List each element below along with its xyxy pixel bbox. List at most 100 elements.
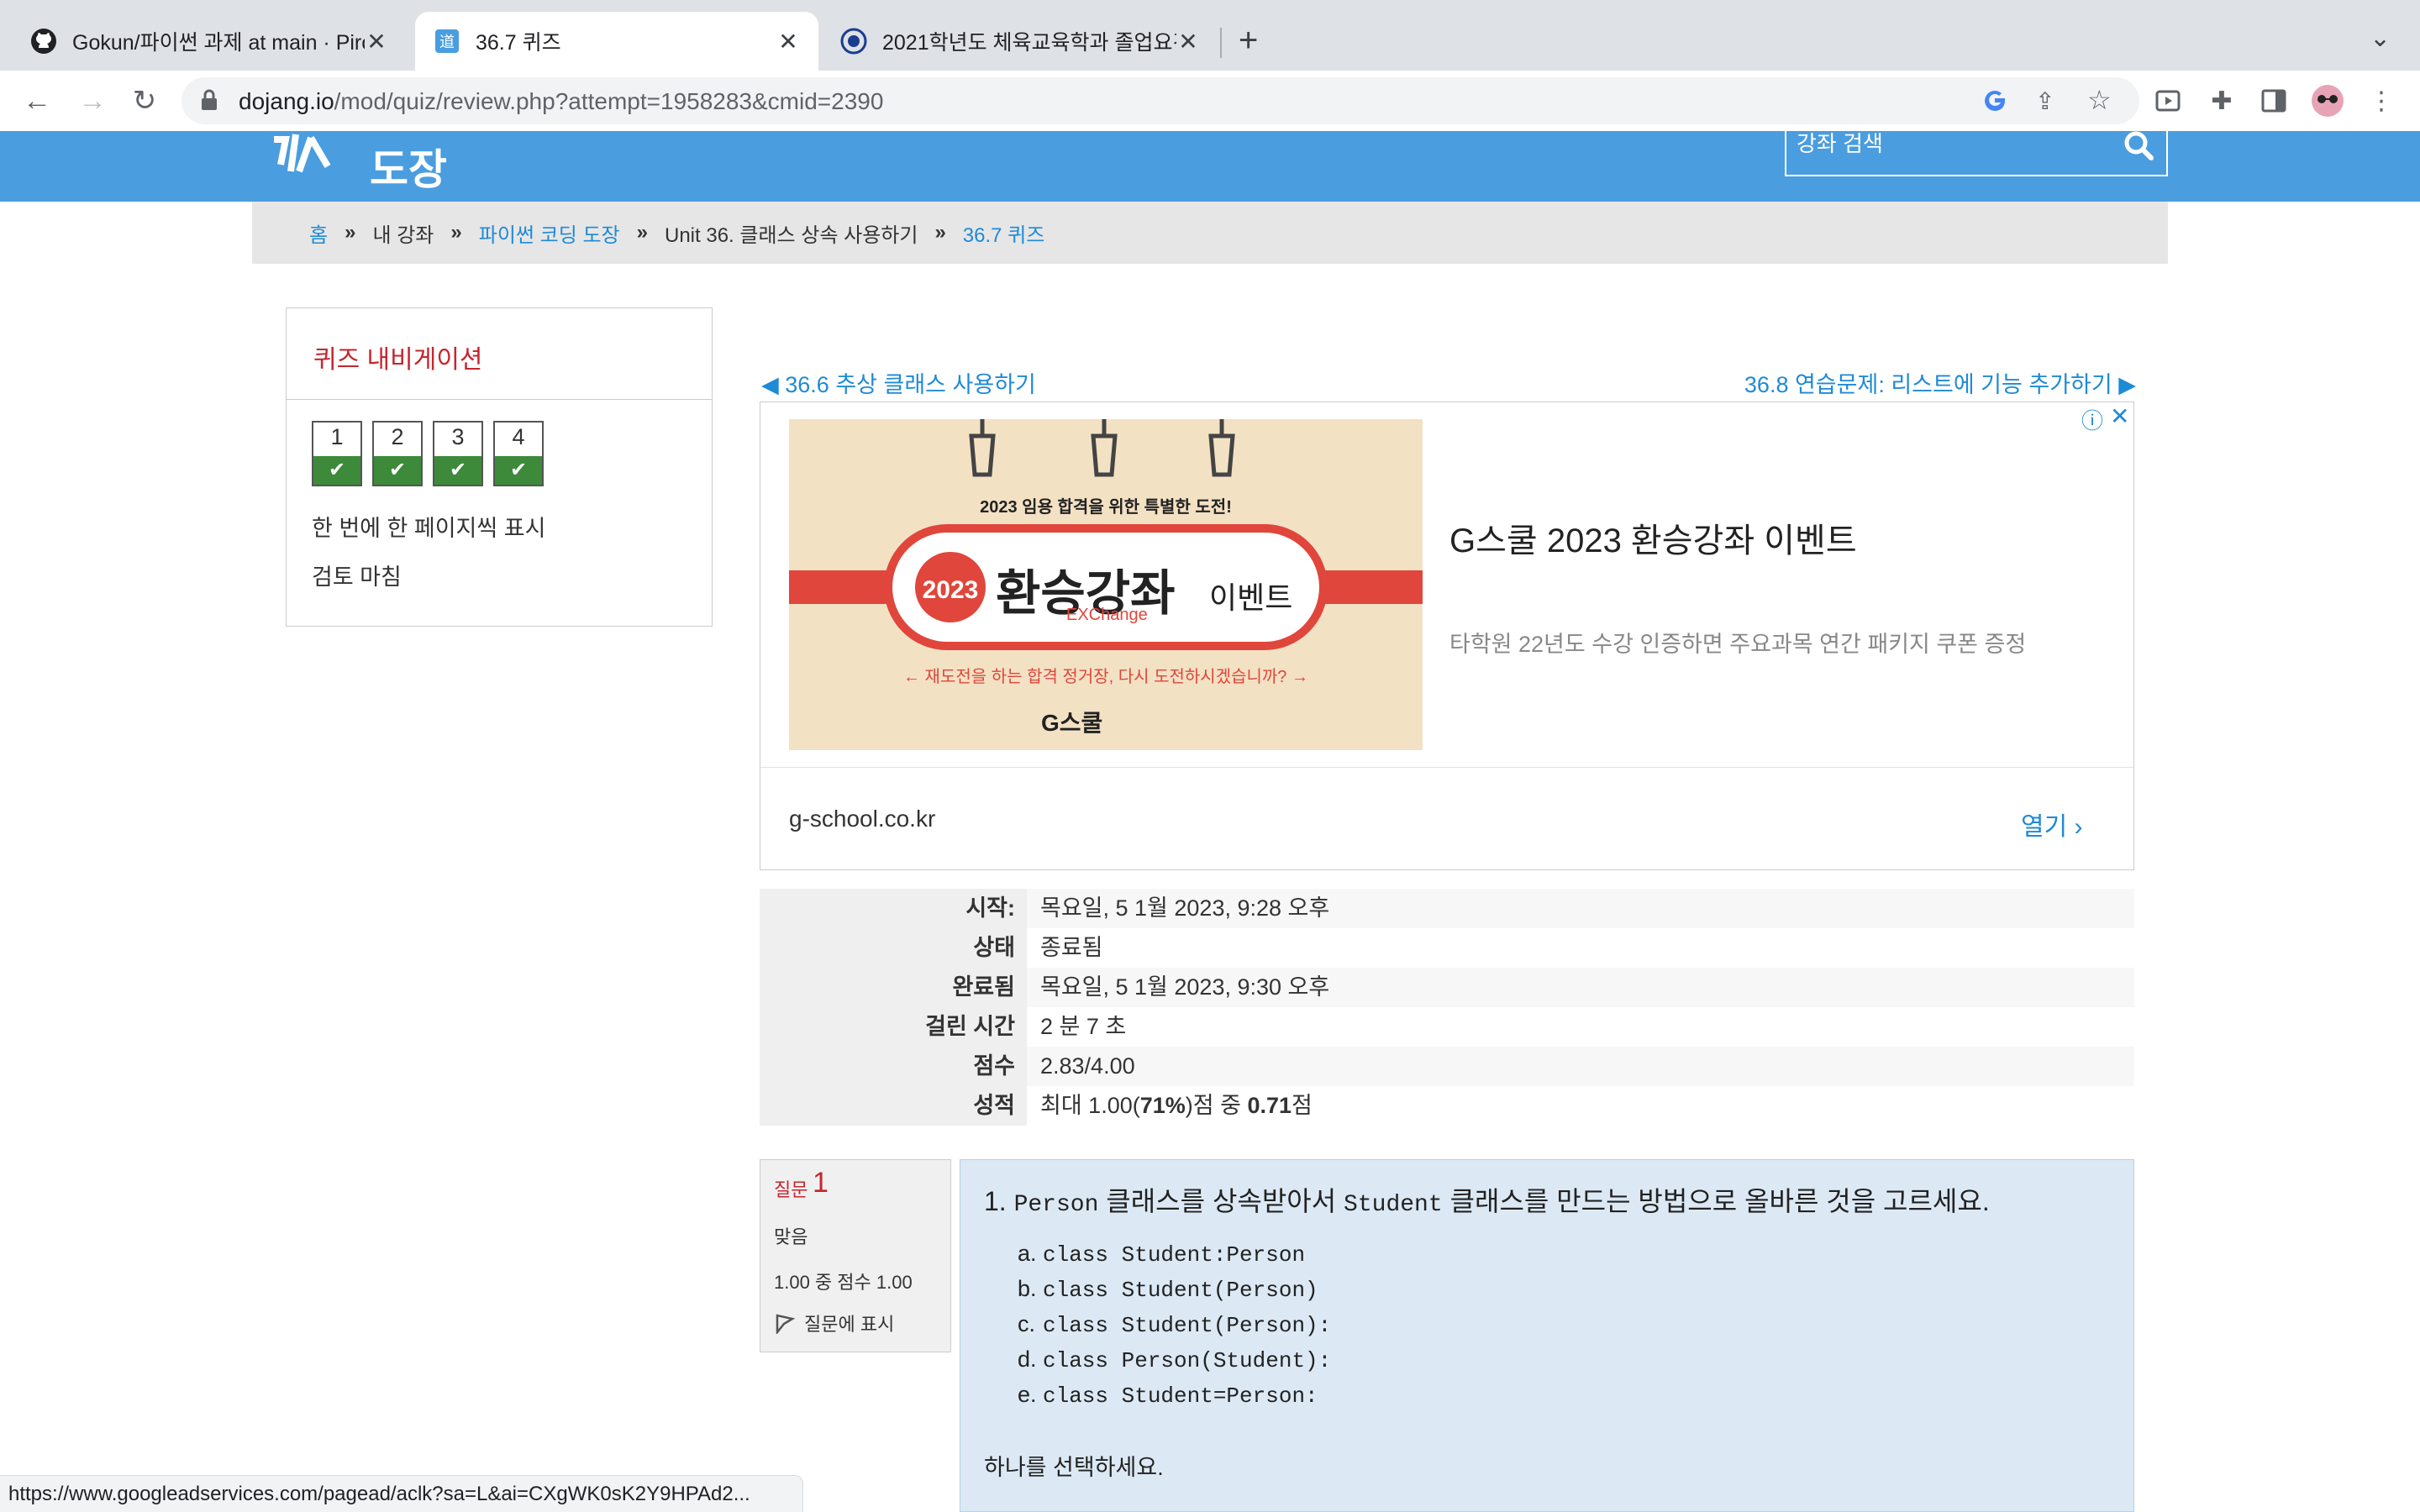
finish-review-link[interactable]: 검토 마침 <box>312 559 402 591</box>
option-code: class Student:Person <box>1043 1242 1306 1268</box>
breadcrumb-separator-icon: » <box>450 221 462 244</box>
status-bar-url: https://www.googleadservices.com/pagead/… <box>0 1475 803 1512</box>
browser-toolbar: ← → ↻ dojang.io/mod/quiz/review.php?atte… <box>0 71 2420 132</box>
side-panel-icon[interactable] <box>2254 81 2294 121</box>
divider <box>760 767 2133 768</box>
grade-score: 0.71 <box>1247 1093 1292 1118</box>
ad-close-icon[interactable]: ✕ <box>2110 402 2129 430</box>
summary-value: 최대 1.00(71%)점 중 0.71점 <box>1027 1086 2134 1126</box>
summary-label: 점수 <box>760 1047 1027 1086</box>
advertisement[interactable]: ⓘ ✕ 2023 임용 합격을 위한 특별한 도전! 2023 환승강좌 이벤트… <box>760 402 2134 870</box>
ad-banner-year: 2023 <box>922 576 979 604</box>
reload-icon[interactable]: ↻ <box>124 81 165 121</box>
summary-row: 점수 2.83/4.00 <box>760 1047 2134 1086</box>
option-code: class Student(Person): <box>1043 1313 1332 1338</box>
quiz-nav-title: 퀴즈 내비게이션 <box>313 346 483 374</box>
close-icon[interactable]: ✕ <box>1176 28 1200 55</box>
question-text-mid: 클래스를 상속받아서 <box>1098 1186 1344 1216</box>
breadcrumb-course[interactable]: 파이썬 코딩 도장 <box>479 218 620 248</box>
summary-value: 목요일, 5 1월 2023, 9:30 오후 <box>1027 968 2134 1007</box>
quiz-nav-button-3[interactable]: 3 ✔ <box>433 421 483 486</box>
breadcrumb: 홈 » 내 강좌 » 파이썬 코딩 도장 » Unit 36. 클래스 상속 사… <box>252 202 2168 264</box>
tab-university[interactable]: 2021학년도 체육교육학과 졸업요건 ✕ <box>822 12 1218 71</box>
tab-github[interactable]: Gokun/파이썬 과제 at main · Piro ✕ <box>12 12 407 71</box>
question-number: 3 <box>451 424 465 449</box>
google-icon[interactable] <box>1981 87 2008 118</box>
question-text: 1. Person 클래스를 상속받아서 Student 클래스를 만드는 방법… <box>984 1180 1990 1219</box>
next-activity-link[interactable]: 36.8 연습문제: 리스트에 기능 추가하기 ▶ <box>1743 366 2136 399</box>
url-text[interactable]: dojang.io/mod/quiz/review.php?attempt=19… <box>239 88 883 115</box>
ad-domain: g-school.co.kr <box>789 806 936 832</box>
breadcrumb-home[interactable]: 홈 <box>309 218 328 248</box>
lock-icon[interactable] <box>200 88 218 116</box>
option-letter: d. <box>1018 1347 1037 1372</box>
breadcrumb-quiz[interactable]: 36.7 퀴즈 <box>963 218 1045 248</box>
summary-label: 성적 <box>760 1086 1027 1126</box>
breadcrumb-separator-icon: » <box>636 221 648 244</box>
menu-kebab-icon[interactable]: ⋮ <box>2361 81 2402 121</box>
new-tab-icon[interactable]: + <box>1239 22 1258 60</box>
summary-value: 종료됨 <box>1040 935 1103 960</box>
option-code: class Student=Person: <box>1043 1383 1318 1409</box>
share-icon[interactable]: ⇪ <box>2035 87 2054 115</box>
question-label: 질문 <box>774 1179 808 1200</box>
close-icon[interactable]: ✕ <box>776 28 800 55</box>
ad-banner-image[interactable]: 2023 임용 합격을 위한 특별한 도전! 2023 환승강좌 이벤트 EXC… <box>789 419 1423 750</box>
breadcrumb-separator-icon: » <box>934 221 946 244</box>
question-info: 질문 1 맞음 1.00 중 점수 1.00 질문에 표시 <box>760 1159 951 1352</box>
checkmark-icon: ✔ <box>313 456 360 485</box>
ad-info-icon[interactable]: ⓘ <box>2081 404 2103 435</box>
ad-description: 타학원 22년도 수강 인증하면 주요과목 연간 패키지 쿠폰 증정 <box>1449 632 2027 657</box>
ad-title[interactable]: G스쿨 2023 환승강좌 이벤트 <box>1449 513 1857 562</box>
tab-search-chevron-down-icon[interactable]: ⌄ <box>2370 24 2391 53</box>
summary-label: 상태 <box>760 928 1027 968</box>
question-number: 1 <box>330 424 344 449</box>
github-icon <box>30 28 57 55</box>
forward-arrow-icon[interactable]: → <box>72 81 113 121</box>
close-icon[interactable]: ✕ <box>365 28 388 55</box>
answer-option-a[interactable]: a. class Student:Person <box>1018 1241 1305 1268</box>
address-bar[interactable]: dojang.io/mod/quiz/review.php?attempt=19… <box>182 77 2139 124</box>
quiz-nav-button-4[interactable]: 4 ✔ <box>493 421 544 486</box>
answer-option-b[interactable]: b. class Student(Person) <box>1018 1276 1318 1303</box>
back-arrow-icon[interactable]: ← <box>17 81 57 121</box>
search-icon[interactable] <box>2123 129 2156 167</box>
question-number: 2 <box>391 424 404 449</box>
flag-label: 질문에 표시 <box>804 1314 895 1335</box>
extensions-puzzle-icon[interactable]: ✚ <box>2202 81 2242 121</box>
question-text-end: 클래스를 만드는 방법으로 올바른 것을 고르세요. <box>1442 1186 1990 1216</box>
logo-icon[interactable] <box>267 131 351 193</box>
summary-value: 2 분 7 초 <box>1040 1014 1127 1039</box>
question-prompt: 하나를 선택하세요. <box>984 1455 1164 1480</box>
flag-icon <box>774 1312 796 1334</box>
tab-separator <box>1220 28 1222 58</box>
browser-tab-strip: Gokun/파이썬 과제 at main · Piro ✕ 道 36.7 퀴즈 … <box>0 0 2420 71</box>
quiz-navigation-block: 퀴즈 내비게이션 1 ✔ 2 ✔ 3 ✔ 4 ✔ 한 번에 한 페이지씩 표시 … <box>286 307 713 627</box>
summary-label: 시작: <box>760 889 1027 928</box>
show-one-page-link[interactable]: 한 번에 한 페이지씩 표시 <box>312 510 545 543</box>
answer-option-d[interactable]: d. class Person(Student): <box>1018 1347 1331 1373</box>
summary-label: 완료됨 <box>760 968 1027 1007</box>
media-icon[interactable] <box>2148 81 2188 121</box>
bookmark-star-icon[interactable]: ☆ <box>2087 84 2112 116</box>
ad-open-button[interactable]: 열기 › <box>2021 806 2083 843</box>
flag-question-button[interactable]: 질문에 표시 <box>774 1310 894 1336</box>
avatar[interactable] <box>2307 81 2348 121</box>
grade-mid: )점 중 <box>1185 1093 1248 1118</box>
university-icon <box>840 28 867 55</box>
site-logo-text[interactable]: 도장 <box>370 136 447 197</box>
prev-activity-link[interactable]: ◀ 36.6 추상 클래스 사용하기 <box>761 366 1036 399</box>
quiz-nav-button-2[interactable]: 2 ✔ <box>372 421 423 486</box>
option-code: class Person(Student): <box>1043 1348 1332 1373</box>
tab-quiz[interactable]: 道 36.7 퀴즈 ✕ <box>415 12 818 71</box>
tab-title: 2021학년도 체육교육학과 졸업요건 <box>882 31 1176 55</box>
summary-row: 완료됨 목요일, 5 1월 2023, 9:30 오후 <box>760 968 2134 1007</box>
answer-option-c[interactable]: c. class Student(Person): <box>1018 1311 1331 1338</box>
svg-text:道: 道 <box>439 34 455 51</box>
ad-banner-event: 이벤트 <box>1209 580 1293 615</box>
course-search <box>1785 126 2168 176</box>
quiz-nav-button-1[interactable]: 1 ✔ <box>312 421 362 486</box>
answer-option-e[interactable]: e. class Student=Person: <box>1018 1382 1318 1409</box>
search-input[interactable] <box>1795 126 2118 161</box>
summary-row: 성적 최대 1.00(71%)점 중 0.71점 <box>760 1086 2134 1126</box>
